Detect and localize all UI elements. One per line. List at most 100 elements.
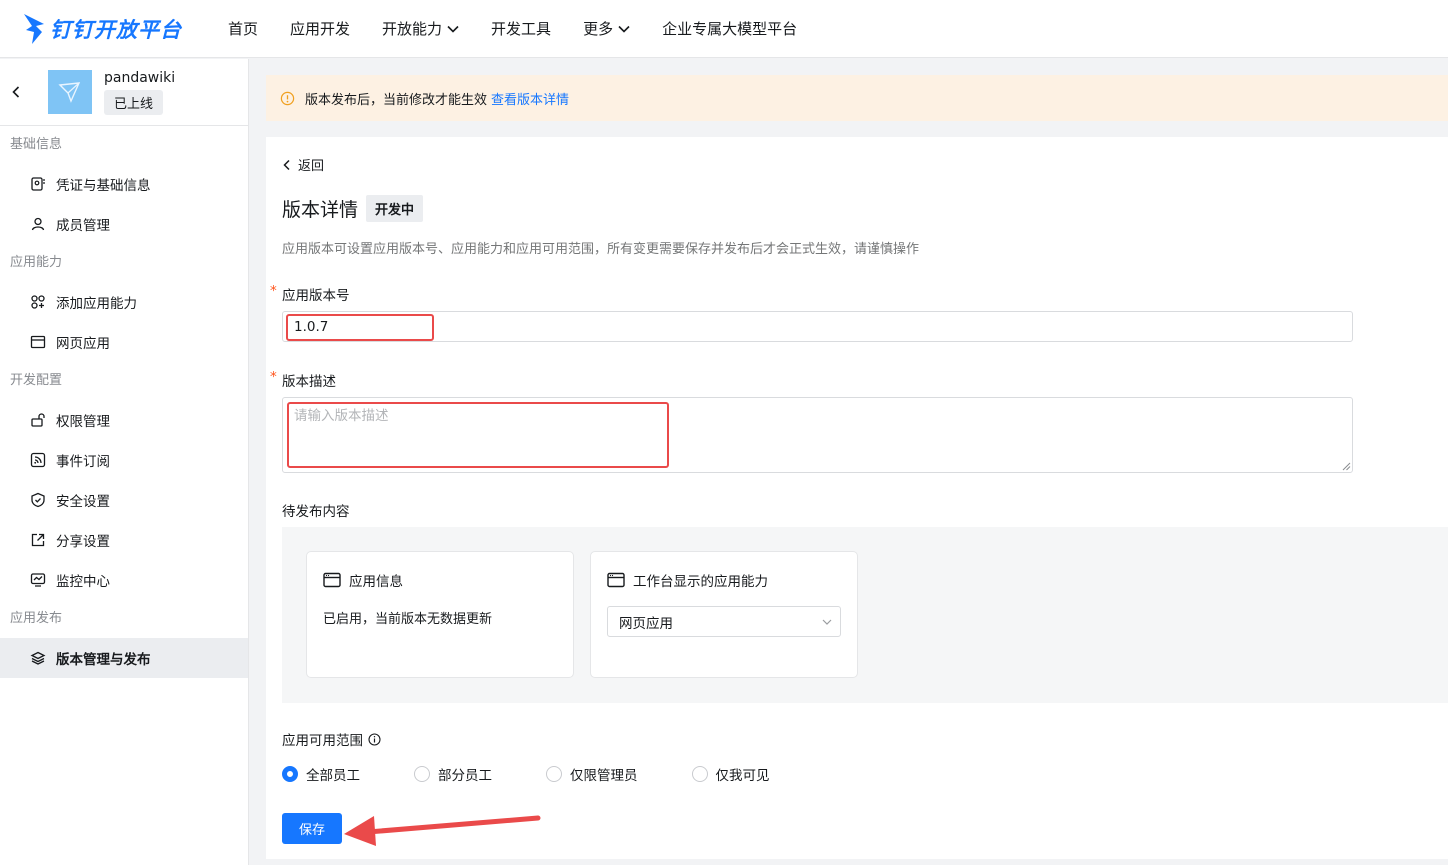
nav-item-dev-tools[interactable]: 开发工具 <box>491 18 551 39</box>
app-name: pandawiki <box>104 70 176 86</box>
version-number-label: * 应用版本号 <box>270 283 350 304</box>
sidebar-item-credentials[interactable]: 凭证与基础信息 <box>0 164 248 204</box>
workbench-capability-card: 工作台显示的应用能力 网页应用 <box>590 551 858 678</box>
app-info-title-text: 应用信息 <box>349 574 403 590</box>
sidebar-item-label: 网页应用 <box>56 336 110 352</box>
version-description-label: * 版本描述 <box>270 369 336 390</box>
sidebar-item-share[interactable]: 分享设置 <box>0 520 248 560</box>
resize-handle-icon[interactable] <box>1342 462 1351 471</box>
sidebar-group-title: 开发配置 <box>10 373 63 388</box>
app-logo-icon <box>58 82 81 103</box>
radio-dot <box>282 766 298 782</box>
sidebar-item-label: 安全设置 <box>56 494 110 510</box>
browser-icon <box>30 335 46 349</box>
nav-item-label: 首页 <box>228 20 259 38</box>
nav-item-label: 应用开发 <box>290 20 351 38</box>
radio-all-employees[interactable]: 全部员工 <box>282 764 360 784</box>
layers-icon <box>30 651 46 665</box>
app-info-text: 已启用，当前版本无数据更新 <box>323 612 493 627</box>
chevron-left-icon[interactable] <box>11 85 21 99</box>
publish-notice-bar: 版本发布后，当前修改才能生效 查看版本详情 <box>266 75 1448 121</box>
nav-items: 首页 应用开发 开放能力 开发工具 更多 企业专属大模型平台 <box>228 18 829 39</box>
sidebar-item-label: 凭证与基础信息 <box>56 178 151 194</box>
nav-item-home[interactable]: 首页 <box>228 18 258 39</box>
scope-label-text: 应用可用范围 <box>282 733 363 749</box>
sidebar-item-permissions[interactable]: 权限管理 <box>0 400 248 440</box>
page-title: 版本详情 <box>282 199 359 221</box>
required-mark: * <box>270 369 277 385</box>
back-link[interactable]: 返回 <box>282 155 324 174</box>
notice-text: 版本发布后，当前修改才能生效 <box>305 92 488 108</box>
annotation-highlight-box <box>287 402 669 468</box>
sidebar-item-event-subscription[interactable]: 事件订阅 <box>0 440 248 480</box>
sidebar-item-version-release[interactable]: 版本管理与发布 <box>0 638 248 678</box>
workbench-capability-select[interactable]: 网页应用 <box>607 606 841 637</box>
sidebar-item-web-app[interactable]: 网页应用 <box>0 322 248 362</box>
pending-content-area: 应用信息 已启用，当前版本无数据更新 工作台显示的应用能力 网页应用 <box>282 527 1448 703</box>
app-status-badge: 已上线 <box>104 90 164 115</box>
sidebar-item-add-capability[interactable]: 添加应用能力 <box>0 282 248 322</box>
chevron-down-icon <box>618 25 630 33</box>
nav-item-app-dev[interactable]: 应用开发 <box>290 18 350 39</box>
unlock-icon <box>31 413 45 427</box>
info-circle-icon <box>280 91 295 105</box>
chevron-left-icon <box>283 159 290 170</box>
nav-item-llm-platform[interactable]: 企业专属大模型平台 <box>662 18 797 39</box>
sidebar-item-members[interactable]: 成员管理 <box>0 204 248 244</box>
page-description: 应用版本可设置应用版本号、应用能力和应用可用范围，所有变更需要保存并发布后才会正… <box>282 242 920 257</box>
status-badge: 开发中 <box>366 195 424 222</box>
version-label-text: 应用版本号 <box>282 288 350 304</box>
radio-some-employees[interactable]: 部分员工 <box>414 764 492 784</box>
sidebar-item-label: 版本管理与发布 <box>56 652 151 668</box>
chevron-down-icon <box>447 25 459 33</box>
sidebar-item-label: 成员管理 <box>56 218 110 234</box>
app-header: pandawiki 已上线 <box>0 59 248 126</box>
logo[interactable]: 钉钉开放平台 <box>22 12 222 46</box>
user-icon <box>31 217 45 231</box>
annotation-highlight-box <box>286 314 434 341</box>
availability-scope-label: 应用可用范围 <box>282 729 381 749</box>
sidebar-item-label: 分享设置 <box>56 534 110 550</box>
required-mark: * <box>270 283 277 299</box>
credential-icon <box>31 177 45 191</box>
sidebar-item-label: 事件订阅 <box>56 454 110 470</box>
sidebar-group-title: 基础信息 <box>10 137 63 152</box>
title-row: 版本详情 开发中 <box>282 195 424 222</box>
radio-label: 仅限管理员 <box>570 768 638 784</box>
view-version-detail-link[interactable]: 查看版本详情 <box>491 89 569 108</box>
select-value: 网页应用 <box>619 615 673 632</box>
save-button[interactable]: 保存 <box>282 813 342 844</box>
version-number-input[interactable] <box>282 311 1353 342</box>
sidebar: pandawiki 已上线 基础信息 凭证与基础信息 成员管理 应用能力 添加应… <box>0 59 249 865</box>
sidebar-item-label: 监控中心 <box>56 574 110 590</box>
rss-icon <box>30 452 46 468</box>
radio-only-me[interactable]: 仅我可见 <box>691 764 770 784</box>
nav-item-label: 更多 <box>583 20 614 38</box>
sidebar-item-security[interactable]: 安全设置 <box>0 480 248 520</box>
sidebar-item-label: 权限管理 <box>56 414 110 430</box>
info-circle-icon[interactable] <box>368 732 381 746</box>
browser-icon <box>607 572 625 588</box>
apps-icon <box>31 295 45 309</box>
monitor-icon <box>30 573 46 587</box>
browser-icon <box>323 572 341 588</box>
radio-dot <box>414 766 430 782</box>
nav-item-open-capability[interactable]: 开放能力 <box>382 18 459 39</box>
app-avatar <box>48 70 92 114</box>
annotation-arrow-icon <box>344 815 541 846</box>
app-info-card-title: 应用信息 <box>323 570 403 590</box>
nav-item-label: 开放能力 <box>382 20 443 38</box>
desc-label-text: 版本描述 <box>282 374 336 390</box>
workbench-capability-title: 工作台显示的应用能力 <box>607 570 768 590</box>
sidebar-item-monitor[interactable]: 监控中心 <box>0 560 248 600</box>
top-navigation: 钉钉开放平台 首页 应用开发 开放能力 开发工具 更多 企业专属大模型平台 <box>0 0 1448 58</box>
dingtalk-logo-icon <box>24 13 44 44</box>
radio-admins-only[interactable]: 仅限管理员 <box>546 764 638 784</box>
chevron-down-icon <box>822 619 832 625</box>
availability-scope-radio-group: 全部员工 部分员工 仅限管理员 仅我可见 <box>282 764 824 784</box>
radio-label: 仅我可见 <box>715 768 770 784</box>
share-icon <box>31 533 45 547</box>
sidebar-item-label: 添加应用能力 <box>56 296 137 312</box>
shield-icon <box>31 492 45 508</box>
nav-item-more[interactable]: 更多 <box>583 18 630 39</box>
